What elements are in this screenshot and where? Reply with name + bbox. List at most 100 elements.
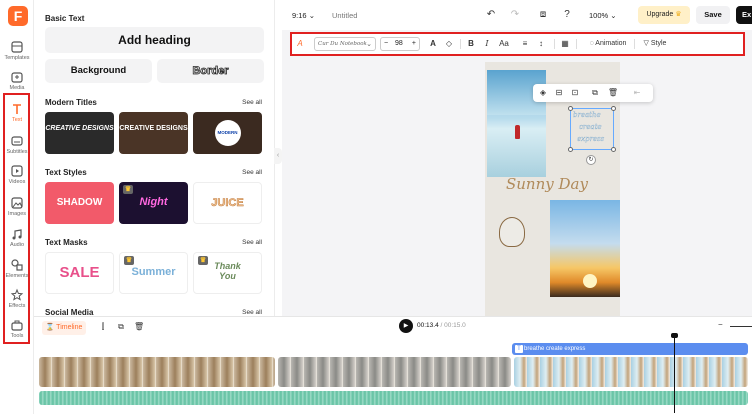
italic-icon[interactable]: I — [482, 37, 492, 51]
rotate-handle-icon[interactable]: ↻ — [586, 155, 596, 165]
text-masks-see-all[interactable]: See all — [242, 239, 262, 246]
play-button[interactable]: ▶ — [399, 319, 413, 333]
selected-text-box[interactable]: breathe create express — [568, 106, 616, 152]
text-mask-card[interactable]: ♛ Thank You — [193, 252, 262, 294]
rail-item-images[interactable]: Images — [0, 194, 34, 224]
screenshot-icon[interactable]: ⧈ — [536, 8, 550, 22]
premium-crown-icon: ♛ — [198, 256, 208, 265]
decrease-size-icon[interactable]: − — [384, 38, 388, 50]
modern-titles-see-all[interactable]: See all — [242, 99, 262, 106]
font-size-stepper[interactable]: − 98 + — [380, 37, 420, 51]
help-icon[interactable]: ? — [560, 8, 574, 22]
balloon-sticker[interactable] — [499, 217, 525, 247]
timeline-label: Timeline — [56, 324, 83, 331]
rail-item-text[interactable]: Text — [0, 100, 34, 130]
zoom-select[interactable]: 100% ⌄ — [589, 11, 617, 20]
rail-item-effects[interactable]: Effects — [0, 286, 34, 316]
ai-text-icon[interactable]: A — [294, 37, 306, 51]
duplicate-icon[interactable]: ⧉ — [589, 87, 601, 99]
resize-handle[interactable] — [611, 147, 616, 152]
modern-title-card[interactable]: CREATIVE DESIGNS — [119, 112, 188, 154]
align-left-icon[interactable]: ≡ — [520, 37, 530, 51]
resize-handle[interactable] — [568, 106, 573, 111]
export-button[interactable]: Ex — [736, 6, 752, 24]
text-style-card[interactable]: SHADOW — [45, 182, 114, 224]
current-time: 00:13.4 — [417, 322, 439, 329]
text-style-card[interactable]: ♛ Night — [119, 182, 188, 224]
zoom-out-icon[interactable]: − — [718, 320, 723, 329]
upgrade-label: Upgrade — [646, 11, 674, 18]
app-logo[interactable]: F — [8, 6, 28, 26]
style-icon: ▽ — [643, 40, 649, 47]
delete-icon[interactable]: 🗑 — [607, 87, 619, 99]
card-text: MODERN DESIGNS — [214, 120, 241, 146]
fill-color-icon[interactable]: ◇ — [444, 37, 454, 51]
sunny-day-text[interactable]: Sunny Day — [506, 175, 588, 193]
timeline-toggle-button[interactable]: ⌛ Timeline — [42, 321, 86, 335]
rail-item-media[interactable]: Media — [0, 68, 34, 98]
transparency-icon[interactable]: ▦ — [560, 37, 570, 51]
text-case-icon[interactable]: Aa — [498, 37, 510, 51]
text-mask-card[interactable]: ♛ Summer — [119, 252, 188, 294]
rail-item-tools[interactable]: Tools — [0, 316, 34, 346]
images-icon — [11, 197, 23, 209]
selected-text-line: express — [577, 135, 605, 143]
social-media-title: Social Media — [45, 308, 94, 316]
increase-size-icon[interactable]: + — [412, 38, 416, 50]
line-spacing-icon[interactable]: ↕ — [536, 37, 546, 51]
collapse-panel-icon[interactable]: ‹ — [274, 148, 282, 164]
audio-track[interactable] — [39, 391, 748, 405]
background-text-button[interactable]: Background — [45, 59, 152, 83]
undo-icon[interactable]: ↶ — [484, 8, 498, 22]
rail-item-subtitles[interactable]: Subtitles — [0, 132, 34, 162]
split-icon[interactable]: ⫿ — [98, 322, 108, 332]
text-mask-card[interactable]: SALE — [45, 252, 114, 294]
add-heading-button[interactable]: Add heading — [45, 27, 264, 53]
align-icon[interactable]: ⊟ — [553, 87, 565, 99]
text-style-card[interactable]: JUICE — [193, 182, 262, 224]
zoom-slider[interactable] — [730, 326, 752, 327]
aspect-ratio-select[interactable]: 9:16 ⌄ — [292, 11, 315, 20]
selected-text-line: create — [579, 123, 602, 131]
bold-icon[interactable]: B — [466, 37, 476, 51]
border-text-button[interactable]: Border — [157, 59, 264, 83]
more-icon[interactable]: ⇤ — [631, 87, 643, 99]
modern-title-card[interactable]: MODERN DESIGNS — [193, 112, 262, 154]
rail-item-elements[interactable]: Elements — [0, 256, 34, 286]
font-select[interactable]: Cur Du Notebook ⌄ — [314, 37, 376, 51]
rail-item-templates[interactable]: Templates — [0, 38, 34, 68]
layers-icon[interactable]: ◈ — [537, 87, 549, 99]
upgrade-button[interactable]: Upgrade ♛ — [638, 6, 690, 24]
resize-handle[interactable] — [611, 106, 616, 111]
duplicate-clip-icon[interactable]: ⧉ — [116, 322, 126, 332]
text-color-icon[interactable]: A — [428, 37, 438, 51]
video-clip[interactable] — [39, 357, 275, 387]
social-media-see-all[interactable]: See all — [242, 309, 262, 316]
sunset-photo[interactable] — [550, 200, 620, 297]
playhead[interactable] — [674, 335, 675, 413]
save-button[interactable]: Save — [696, 6, 730, 24]
animation-icon: ◌ — [589, 40, 594, 47]
text-track[interactable]: T breathe create express — [512, 343, 748, 355]
font-name: Cur Du Notebook — [318, 41, 367, 47]
rail-label: Media — [9, 85, 25, 91]
modern-title-card[interactable]: CREATIVE DESIGNS — [45, 112, 114, 154]
chevron-down-icon: ⌄ — [366, 40, 372, 48]
video-clip[interactable] — [514, 357, 748, 387]
lock-icon[interactable]: ⊡ — [569, 87, 581, 99]
text-styles-see-all[interactable]: See all — [242, 169, 262, 176]
aspect-ratio-value: 9:16 — [292, 11, 307, 20]
video-clip[interactable] — [278, 357, 511, 387]
resize-handle[interactable] — [568, 147, 573, 152]
redo-icon[interactable]: ↷ — [508, 8, 522, 22]
left-rail: F Templates Media Text Subtitles Videos … — [0, 0, 34, 414]
project-title[interactable]: Untitled — [332, 11, 357, 20]
rail-item-videos[interactable]: Videos — [0, 162, 34, 192]
animation-button[interactable]: ◌ Animation — [584, 37, 632, 51]
style-button[interactable]: ▽ Style — [638, 37, 672, 51]
elements-icon — [11, 259, 23, 271]
toolbar-divider — [576, 39, 577, 49]
rail-item-audio[interactable]: Audio — [0, 225, 34, 255]
delete-clip-icon[interactable]: 🗑 — [134, 322, 144, 332]
videos-icon — [11, 165, 23, 177]
